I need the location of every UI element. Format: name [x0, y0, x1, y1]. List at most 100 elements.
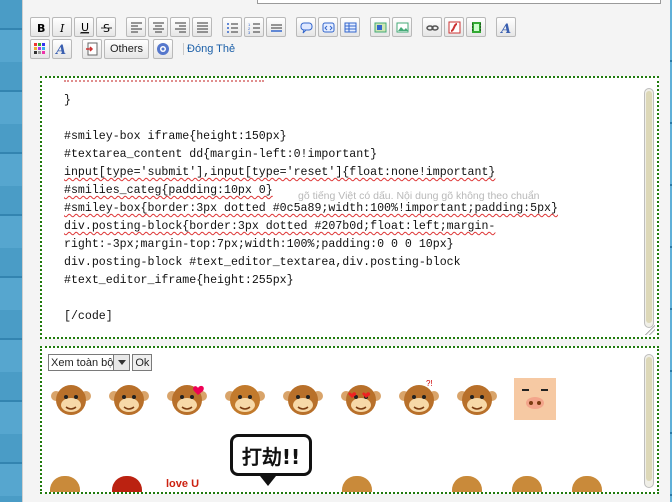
smiley-partial[interactable] — [112, 476, 142, 492]
align-right-icon — [174, 22, 186, 32]
svg-text:U: U — [81, 21, 89, 34]
code-content: } #smiley-box iframe{height:150px} #texta… — [64, 92, 558, 326]
picture-icon — [396, 22, 408, 32]
bold-icon: B — [37, 22, 45, 34]
category-selected-value: Xem toàn bộ — [51, 356, 114, 369]
align-center-button[interactable] — [148, 17, 168, 37]
numbered-list-button[interactable]: 123 — [244, 17, 264, 37]
code-line: right:-3px;margin-top:7px;width:100%;pad… — [64, 238, 454, 251]
film-icon — [471, 21, 481, 33]
toolbar-row-extras: A Others Đóng Thẻ — [30, 38, 235, 60]
code-line: div.posting-block{border:3px dotted #207… — [64, 220, 496, 233]
horizontal-rule-icon — [270, 24, 282, 32]
align-left-icon — [130, 22, 142, 32]
smiley-grid: ?! — [48, 376, 570, 422]
smiley-banner[interactable]: 打劫!! — [230, 434, 312, 476]
align-right-button[interactable] — [170, 17, 190, 37]
smiley-pig-face[interactable] — [512, 376, 558, 422]
numbered-list-icon: 123 — [248, 22, 260, 34]
help-icon — [157, 43, 170, 55]
category-dropdown[interactable] — [114, 354, 131, 371]
category-select[interactable]: Xem toàn bộ — [48, 354, 115, 371]
font-size-button[interactable]: A — [52, 39, 72, 59]
image-button[interactable] — [370, 17, 390, 37]
align-center-icon — [152, 22, 164, 32]
flash-button[interactable] — [444, 17, 464, 37]
smiley-monkey-surprised[interactable]: ?! — [396, 376, 442, 422]
smiley-partial[interactable] — [512, 476, 542, 492]
code-line: #text_editor_iframe{height:255px} — [64, 274, 294, 287]
bold-button[interactable]: B — [30, 17, 50, 37]
code-icon — [322, 22, 334, 32]
message-textarea[interactable]: } #smiley-box iframe{height:150px} #texta… — [40, 76, 659, 339]
svg-text:?!: ?! — [426, 379, 433, 388]
smiley-scroll-thumb[interactable] — [646, 357, 652, 481]
smiley-monkey-shy[interactable] — [106, 376, 152, 422]
code-button[interactable] — [318, 17, 338, 37]
insert-document-icon — [86, 42, 98, 56]
link-button[interactable] — [422, 17, 442, 37]
italic-button[interactable]: I — [52, 17, 72, 37]
video-button[interactable] — [466, 17, 486, 37]
smiley-monkey-wave[interactable] — [48, 376, 94, 422]
smiley-partial[interactable] — [50, 476, 80, 492]
svg-text:A: A — [500, 22, 511, 34]
cut-off-line — [64, 78, 264, 82]
underline-icon: U — [79, 21, 89, 34]
insert-button[interactable] — [82, 39, 102, 59]
svg-text:I: I — [59, 22, 65, 34]
code-line: [/code] — [64, 310, 113, 323]
underline-button[interactable]: U — [74, 17, 94, 37]
color-button[interactable] — [30, 39, 50, 59]
bullet-list-button[interactable] — [222, 17, 242, 37]
image-upload-button[interactable] — [392, 17, 412, 37]
smiley-partial[interactable] — [452, 476, 482, 492]
quote-button[interactable] — [296, 17, 316, 37]
others-button[interactable]: Others — [104, 39, 150, 59]
svg-text:B: B — [37, 22, 45, 34]
close-tags-link[interactable]: Đóng Thẻ — [183, 43, 235, 55]
editor-scrollbar[interactable] — [644, 88, 654, 328]
banner-tail — [260, 476, 276, 486]
strikethrough-button[interactable]: S — [96, 17, 116, 37]
smiley-monkey-cry[interactable] — [454, 376, 500, 422]
table-icon — [344, 22, 356, 32]
smiley-monkey-grin[interactable] — [280, 376, 326, 422]
help-button[interactable] — [153, 39, 174, 59]
link-icon — [425, 24, 439, 31]
image-icon — [374, 22, 386, 32]
align-left-button[interactable] — [126, 17, 146, 37]
ok-button[interactable]: Ok — [132, 354, 153, 371]
align-justify-button[interactable] — [192, 17, 212, 37]
smiley-monkey-happy[interactable] — [222, 376, 268, 422]
editor-scroll-thumb[interactable] — [646, 91, 652, 323]
color-palette-icon — [34, 43, 45, 54]
smiley-box: Xem toàn bộ Ok ?! 打劫!! love U — [40, 346, 659, 494]
editor-toolbar: B I US 123 A A Others Đóng Thẻ — [30, 16, 650, 64]
align-justify-icon — [196, 22, 208, 32]
subject-field[interactable] — [257, 0, 661, 4]
smiley-monkey-love[interactable] — [338, 376, 384, 422]
smiley-partial[interactable] — [342, 476, 372, 492]
smiley-scrollbar[interactable] — [644, 354, 654, 488]
smiley-monkey-heart[interactable] — [164, 376, 210, 422]
bullet-list-icon — [226, 22, 238, 33]
smiley-love[interactable]: love U — [166, 478, 199, 490]
code-line: #smiley-box{border:3px dotted #0c5a89;wi… — [64, 202, 558, 215]
horizontal-rule-button[interactable] — [266, 17, 286, 37]
resize-grip-icon[interactable] — [645, 325, 655, 335]
svg-text:A: A — [55, 43, 66, 56]
smiley-partial[interactable] — [572, 476, 602, 492]
strikethrough-icon: S — [100, 22, 112, 34]
placeholder-hint: gõ tiếng Việt có dấu. Nội dung gõ không … — [298, 190, 540, 202]
code-line: div.posting-block #text_editor_textarea,… — [64, 256, 461, 269]
italic-icon: I — [59, 22, 65, 34]
code-line: input[type='submit'],input[type='reset']… — [64, 166, 496, 179]
flash-icon — [448, 21, 460, 33]
font-size-icon: A — [55, 43, 66, 56]
font-button[interactable]: A — [496, 17, 516, 37]
table-button[interactable] — [340, 17, 360, 37]
code-line: #smiley-box iframe{height:150px} — [64, 130, 287, 143]
